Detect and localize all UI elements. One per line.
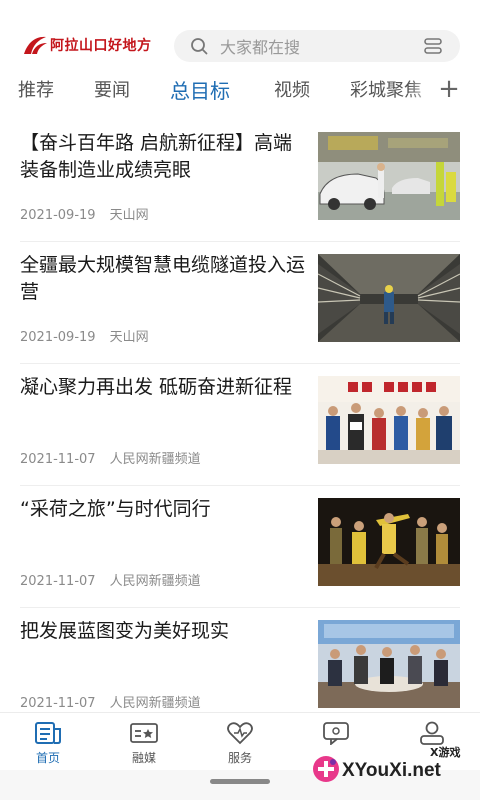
nav-label: 融媒 (131, 751, 156, 765)
news-title[interactable]: 全疆最大规模智慧电缆隧道投入运营 (20, 252, 306, 306)
nav-label: 服务 (227, 751, 252, 765)
news-date: 2021-09-19 (20, 330, 96, 345)
search-placeholder[interactable]: 大家都在搜 (220, 34, 422, 58)
news-date: 2021-11-07 (20, 696, 96, 711)
app-header: 阿拉山口好地方 大家都在搜 (0, 0, 480, 70)
watermark: X游戏 XYouXi.net (312, 742, 478, 792)
nav-label: 首页 (35, 751, 60, 765)
news-title[interactable]: 【奋斗百年路 启航新征程】高端装备制造业成绩亮眼 (20, 130, 306, 184)
logo-text: 阿拉山口好地方 (50, 38, 152, 54)
nav-services[interactable]: 服务 (192, 713, 288, 771)
group-photo-image (318, 376, 460, 464)
news-date: 2021-09-19 (20, 208, 96, 223)
news-card[interactable]: 【奋斗百年路 启航新征程】高端装备制造业成绩亮眼 2021-09-19 天山网 (20, 120, 460, 242)
gamepad-logo-icon (313, 756, 339, 782)
news-source: 人民网新疆频道 (109, 574, 201, 589)
news-thumbnail[interactable] (318, 132, 460, 220)
tab-main-goal[interactable]: 总目标 (170, 75, 230, 104)
home-indicator[interactable] (210, 779, 270, 784)
tab-video[interactable]: 视频 (274, 76, 310, 102)
news-icon (35, 722, 61, 744)
news-date: 2021-11-07 (20, 574, 96, 589)
watermark-big-text: XYouXi.net (342, 760, 441, 781)
search-bar[interactable]: 大家都在搜 (174, 30, 460, 62)
news-source: 人民网新疆频道 (109, 696, 201, 711)
news-thumbnail[interactable] (318, 376, 460, 464)
news-source: 天山网 (109, 330, 149, 345)
news-title[interactable]: “采荷之旅”与时代同行 (20, 496, 306, 523)
news-meta: 2021-09-19 天山网 (20, 326, 149, 345)
news-date: 2021-11-07 (20, 452, 96, 467)
news-meta: 2021-11-07 人民网新疆频道 (20, 570, 201, 589)
search-icon (191, 38, 208, 55)
news-meta: 2021-11-07 人民网新疆频道 (20, 448, 201, 467)
news-card[interactable]: 全疆最大规模智慧电缆隧道投入运营 2021-09-19 天山网 (20, 242, 460, 364)
app-logo[interactable]: 阿拉山口好地方 (22, 34, 152, 56)
news-card[interactable]: “采荷之旅”与时代同行 2021-11-07 人民网新疆频道 (20, 486, 460, 608)
news-title[interactable]: 把发展蓝图变为美好现实 (20, 618, 306, 645)
news-source: 人民网新疆频道 (109, 452, 201, 467)
add-tab-button[interactable]: + (434, 72, 464, 106)
tab-headlines[interactable]: 要闻 (94, 76, 130, 102)
watermark-small-text: X游戏 (430, 746, 461, 759)
nav-media[interactable]: 融媒 (96, 713, 192, 771)
cable-tunnel-image (318, 254, 460, 342)
news-meta: 2021-09-19 天山网 (20, 204, 149, 223)
news-source: 天山网 (109, 208, 149, 223)
logo-mark-icon (24, 36, 47, 54)
news-title[interactable]: 凝心聚力再出发 砥砺奋进新征程 (20, 374, 306, 401)
factory-image (318, 132, 460, 220)
news-thumbnail[interactable] (318, 498, 460, 586)
meeting-image (318, 620, 460, 708)
news-meta: 2021-11-07 人民网新疆频道 (20, 692, 201, 711)
heart-icon (227, 722, 253, 745)
news-thumbnail[interactable] (318, 254, 460, 342)
news-thumbnail[interactable] (318, 620, 460, 708)
media-icon (130, 723, 158, 743)
news-card[interactable]: 凝心聚力再出发 砥砺奋进新征程 2021-11-07 人民网新疆频道 (20, 364, 460, 486)
scan-icon[interactable] (422, 35, 444, 57)
stage-performance-image (318, 498, 460, 586)
nav-home[interactable]: 首页 (0, 713, 96, 771)
tab-recommend[interactable]: 推荐 (18, 76, 54, 102)
